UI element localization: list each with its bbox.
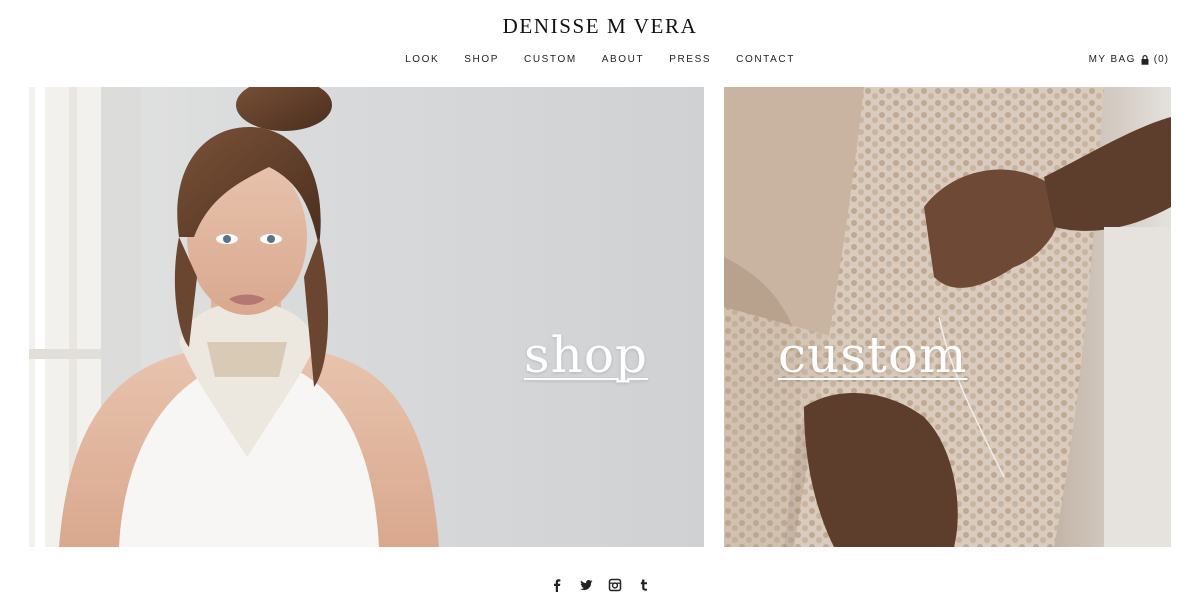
nav-custom[interactable]: CUSTOM <box>512 54 590 65</box>
page: DENISSE M VERA LOOK SHOP CUSTOM ABOUT PR… <box>0 0 1200 613</box>
bag-count: (0) <box>1153 54 1169 65</box>
social-links <box>0 577 1200 593</box>
brand-logo[interactable]: DENISSE M VERA <box>0 14 1200 39</box>
my-bag-link[interactable]: MY BAG (0) <box>1089 54 1169 65</box>
lock-icon <box>1141 54 1149 65</box>
nav-shop[interactable]: SHOP <box>452 54 512 65</box>
custom-photo <box>724 87 1171 547</box>
main-nav: LOOK SHOP CUSTOM ABOUT PRESS CONTACT <box>0 54 1200 65</box>
custom-panel-label[interactable]: custom <box>778 326 967 384</box>
nav-look[interactable]: LOOK <box>393 54 452 65</box>
tumblr-icon[interactable] <box>636 577 652 593</box>
twitter-icon[interactable] <box>578 577 594 593</box>
nav-about[interactable]: ABOUT <box>589 54 656 65</box>
nav-press[interactable]: PRESS <box>657 54 724 65</box>
nav-contact[interactable]: CONTACT <box>724 54 808 65</box>
shop-photo <box>29 87 704 547</box>
custom-panel[interactable]: custom <box>724 87 1171 547</box>
shop-panel-label[interactable]: shop <box>524 326 648 384</box>
shop-panel[interactable]: shop <box>29 87 704 547</box>
my-bag-label: MY BAG <box>1088 54 1136 65</box>
instagram-icon[interactable] <box>607 577 623 593</box>
facebook-icon[interactable] <box>549 577 565 593</box>
